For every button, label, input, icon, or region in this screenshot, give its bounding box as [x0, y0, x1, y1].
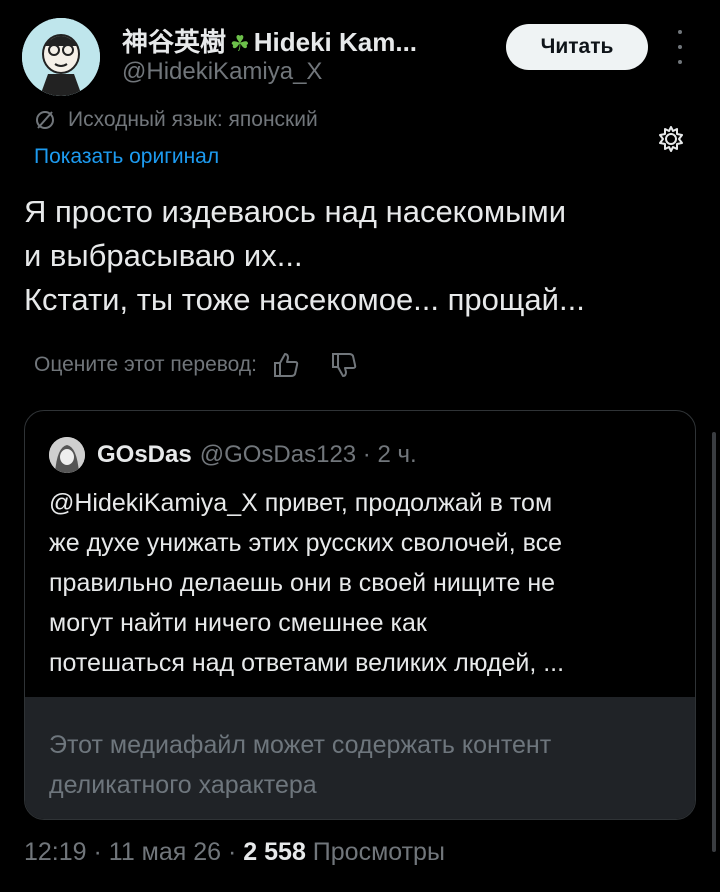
- quote-line: @HidekiKamiya_X привет, продолжай в том: [49, 489, 553, 517]
- quoted-tweet[interactable]: GOsDas @GOsDas123 · 2 ч. @HidekiKamiya_X…: [24, 410, 696, 820]
- follow-button[interactable]: Читать: [506, 24, 648, 70]
- tweet-line: Я просто издеваюсь над насекомыми: [24, 194, 567, 229]
- quote-line: правильно делаешь они в своей нищите не: [49, 569, 556, 597]
- clover-icon: ☘: [230, 31, 250, 56]
- quote-line: могут найти ничего смешнее как: [49, 609, 427, 637]
- quoted-author-handle-time: @GOsDas123 · 2 ч.: [199, 441, 417, 468]
- rate-label: Оцените этот перевод:: [34, 353, 257, 376]
- thumbs-up-icon[interactable]: [271, 350, 301, 380]
- quoted-author-avatar[interactable]: [49, 437, 85, 473]
- quoted-avatar-illustration: [49, 437, 85, 473]
- dot: [678, 30, 682, 34]
- views-label: Просмотры: [305, 838, 445, 866]
- more-vertical-icon[interactable]: [674, 30, 686, 64]
- author-name[interactable]: 神谷英樹 ☘ Hideki Kam...: [122, 22, 417, 59]
- thumbs-down-icon[interactable]: [329, 350, 359, 380]
- quote-line: потешаться над ответами великих людей, .…: [49, 649, 565, 677]
- sensitive-line: Этот медиафайл может содержать контент: [49, 731, 552, 759]
- quoted-author-name: GOsDas: [97, 441, 192, 468]
- tweet-text: Я просто издеваюсь над насекомыми и выбр…: [24, 190, 704, 322]
- quote-line: же духе унижать этих русских сволочей, в…: [49, 529, 563, 557]
- source-language: Исходный язык: японский: [68, 108, 318, 131]
- translation-slash-icon: [36, 111, 54, 129]
- author-handle[interactable]: @HidekiKamiya_X: [122, 58, 322, 86]
- tweet-line: Кстати, ты тоже насекомое... прощай...: [24, 282, 585, 317]
- tweet-line: и выбрасываю их...: [24, 238, 303, 273]
- rate-translation: Оцените этот перевод:: [34, 350, 359, 380]
- quoted-tweet-header: GOsDas @GOsDas123 · 2 ч.: [49, 437, 417, 473]
- scrollbar-thumb[interactable]: [712, 432, 716, 852]
- quoted-tweet-text: @HidekiKamiya_X привет, продолжай в том …: [49, 483, 689, 683]
- author-name-latin: Hideki Kam...: [253, 27, 418, 57]
- avatar-illustration: [22, 18, 100, 96]
- author-display-name: 神谷英樹: [122, 27, 227, 57]
- sensitive-media-warning[interactable]: Этот медиафайл может содержать контент д…: [25, 697, 695, 819]
- views-count: 2 558: [243, 838, 306, 866]
- dot: [678, 45, 682, 49]
- show-original-link[interactable]: Показать оригинал: [34, 145, 219, 169]
- tweet-meta: 12:19 · 11 мая 26 · 2 558 Просмотры: [24, 838, 445, 867]
- dot: [678, 60, 682, 64]
- sensitive-line: деликатного характера: [49, 771, 317, 799]
- tweet-datetime[interactable]: 12:19 · 11 мая 26 ·: [24, 838, 243, 866]
- author-avatar[interactable]: [22, 18, 100, 96]
- gear-icon[interactable]: [656, 124, 686, 154]
- translation-info: Исходный язык: японский: [34, 108, 318, 132]
